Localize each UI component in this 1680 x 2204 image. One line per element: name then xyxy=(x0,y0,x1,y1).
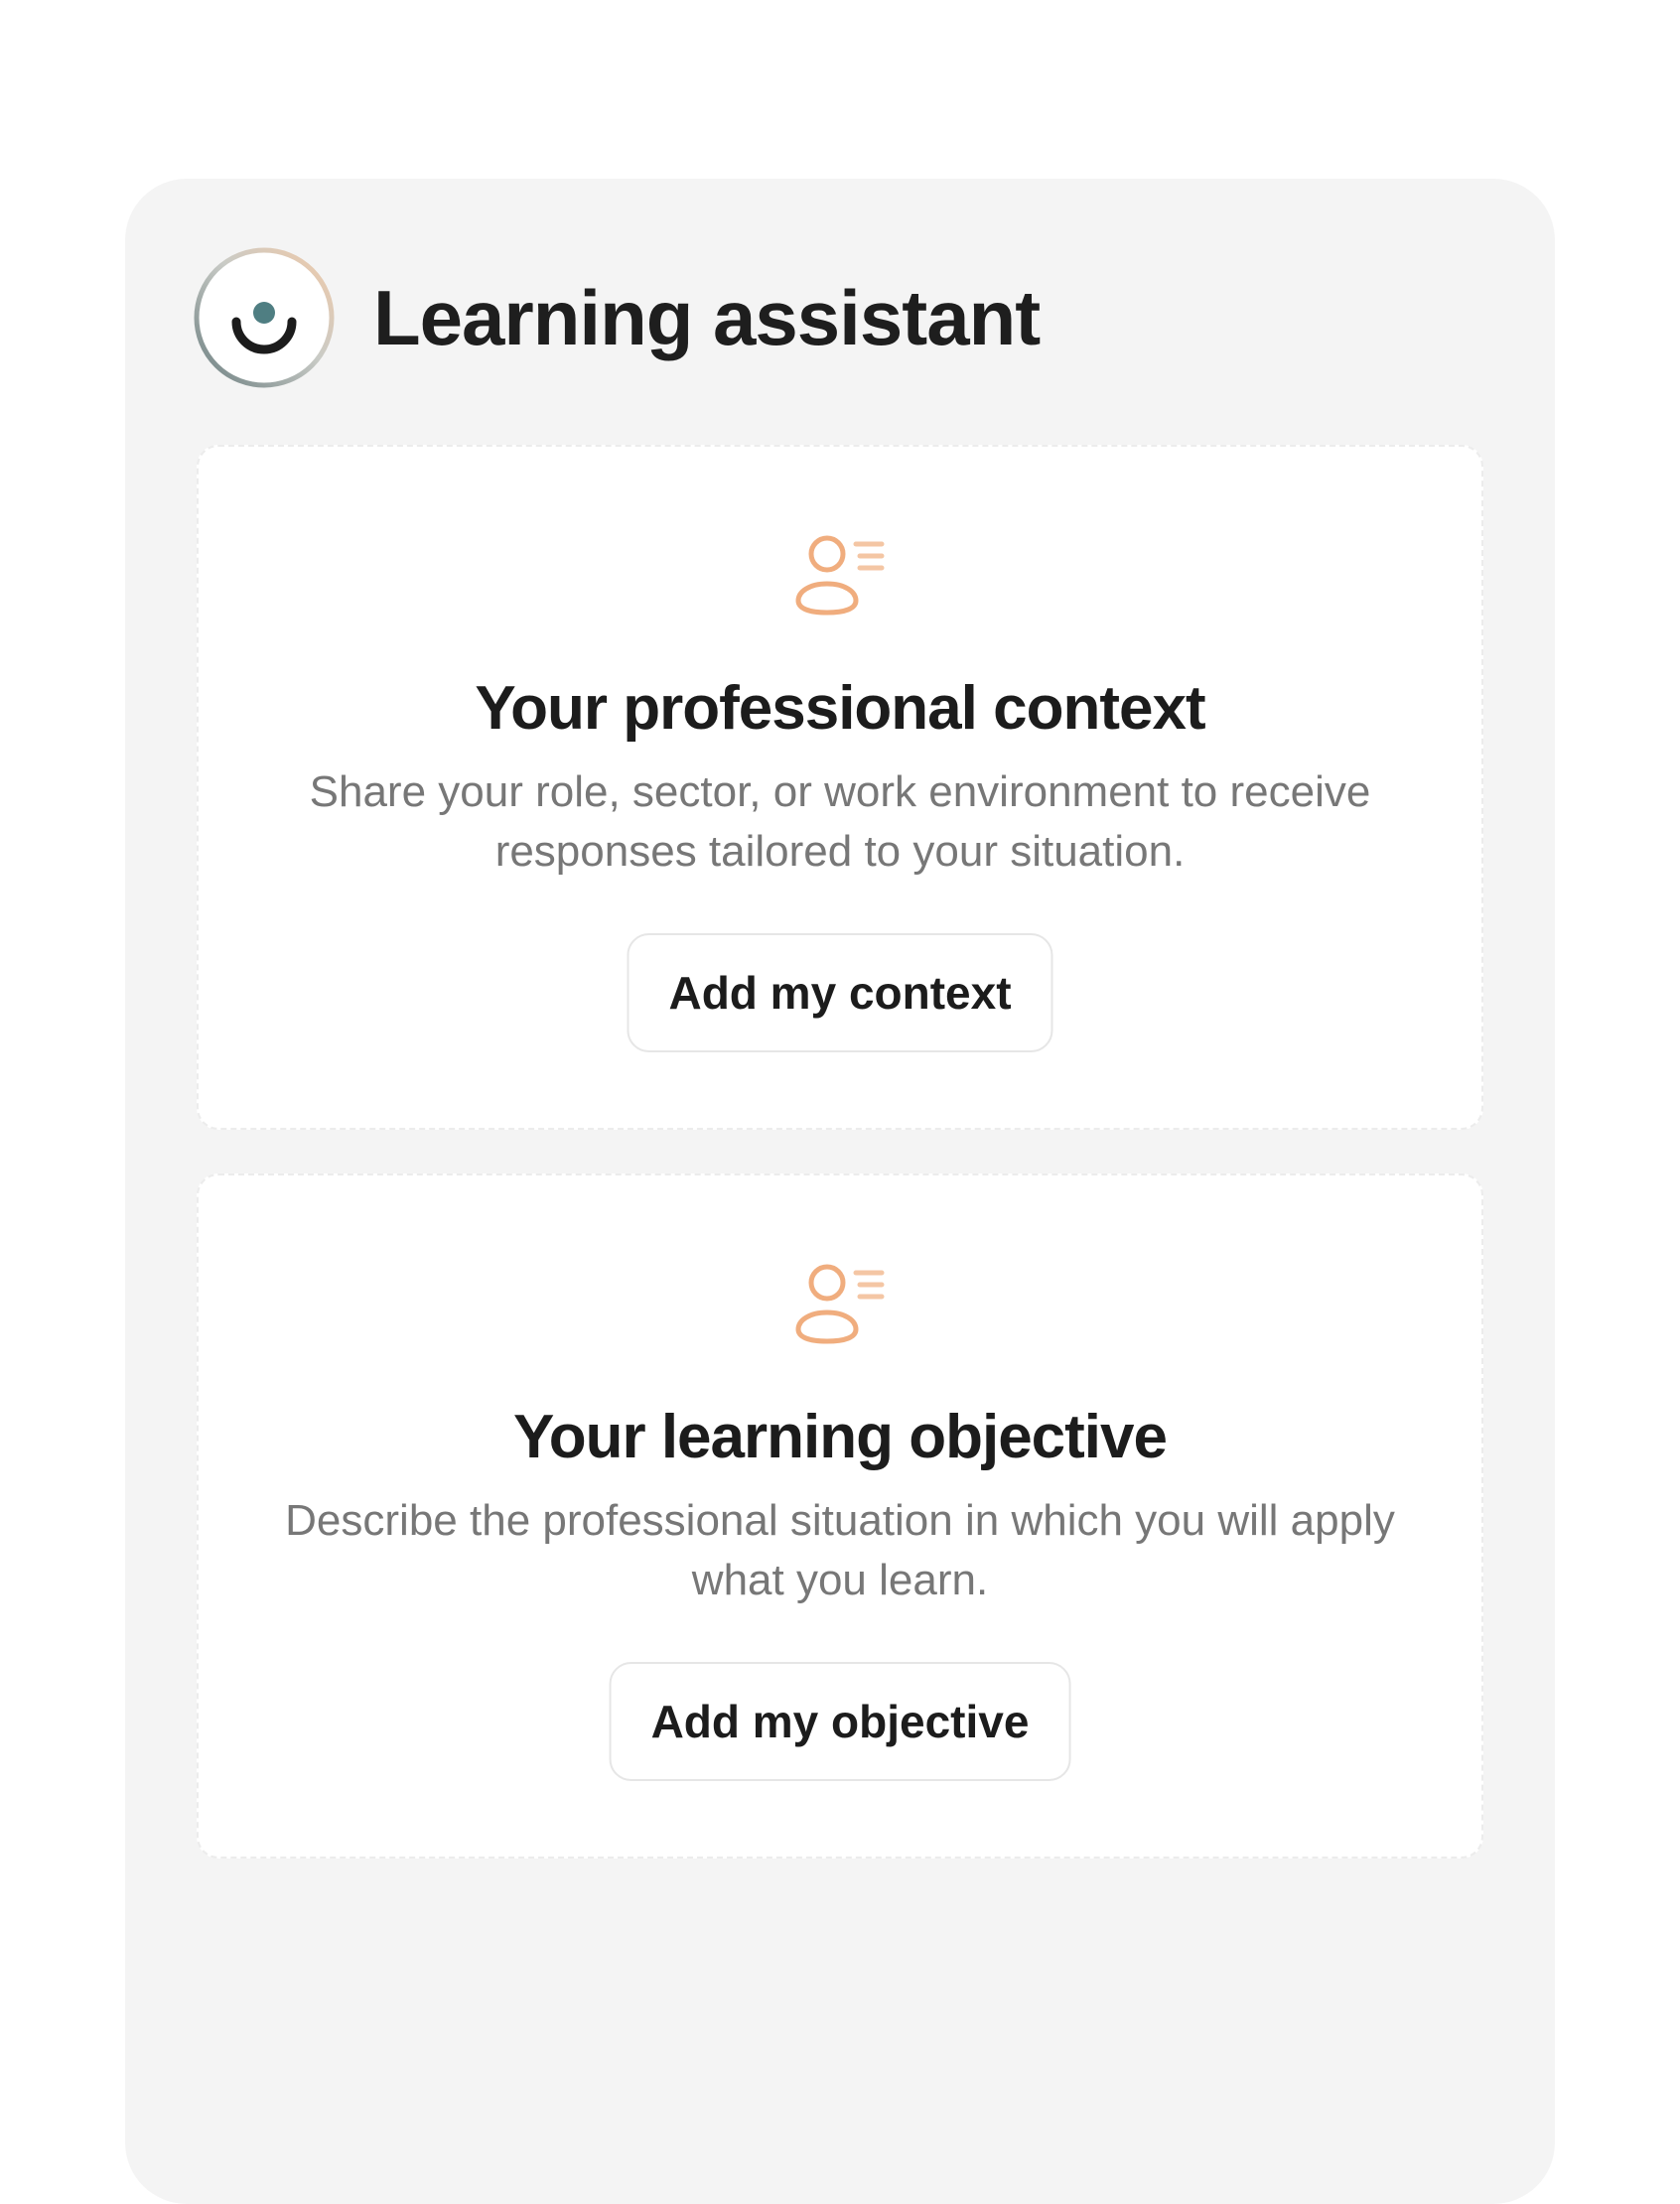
add-objective-button[interactable]: Add my objective xyxy=(609,1662,1071,1781)
card-title: Your professional context xyxy=(475,674,1205,743)
card-description: Describe the professional situation in w… xyxy=(238,1491,1442,1610)
learning-objective-card: Your learning objective Describe the pro… xyxy=(197,1173,1483,1859)
card-description-line: Describe the professional situation in w… xyxy=(285,1496,1395,1545)
card-description-line: what you learn. xyxy=(691,1556,989,1604)
professional-context-card: Your professional context Share your rol… xyxy=(197,445,1483,1130)
panel-header: Learning assistant xyxy=(193,246,1041,389)
learning-assistant-panel: Learning assistant Your professional con… xyxy=(125,179,1555,2204)
assistant-logo-icon xyxy=(193,246,336,389)
page-title: Learning assistant xyxy=(373,273,1041,361)
user-profile-list-icon xyxy=(794,534,886,618)
card-description-line: responses tailored to your situation. xyxy=(494,827,1186,876)
user-profile-list-icon xyxy=(794,1263,886,1346)
card-description: Share your role, sector, or work environ… xyxy=(238,762,1442,882)
card-title: Your learning objective xyxy=(512,1403,1168,1471)
add-context-button[interactable]: Add my context xyxy=(627,933,1053,1052)
card-description-line: Share your role, sector, or work environ… xyxy=(309,767,1371,816)
